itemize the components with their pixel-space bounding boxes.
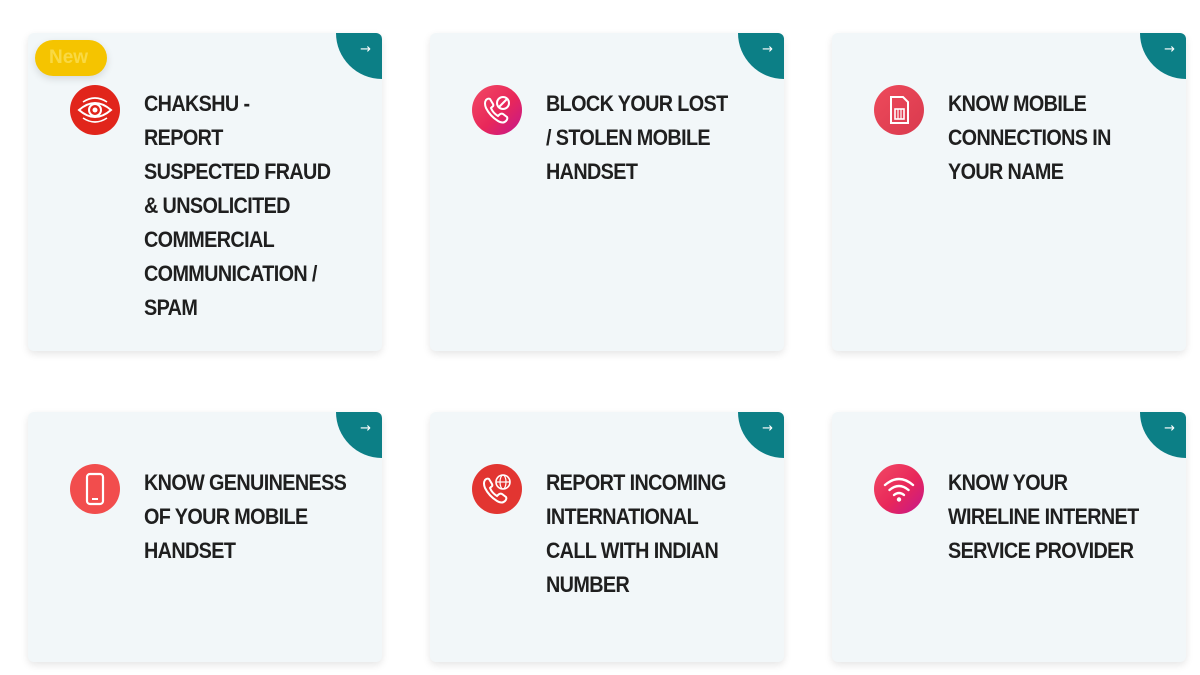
arrow-right-icon: → bbox=[1164, 42, 1175, 57]
smartphone-icon bbox=[70, 464, 120, 514]
international-call-icon bbox=[472, 464, 522, 514]
card-know-genuineness-handset[interactable]: → KNOW GENUINENESS OF YOUR MOBILE HANDSE… bbox=[28, 412, 382, 662]
card-arrow-corner[interactable]: → bbox=[336, 412, 382, 458]
card-title: KNOW YOUR WIRELINE INTERNET SERVICE PROV… bbox=[948, 470, 1139, 563]
card-title: KNOW MOBILE CONNECTIONS IN YOUR NAME bbox=[948, 91, 1111, 184]
card-chakshu-report-fraud[interactable]: → CHAKSHU - REPORT SUSPECTED FRAUD & UNS… bbox=[28, 33, 382, 351]
card-title: CHAKSHU - REPORT SUSPECTED FRAUD & UNSOL… bbox=[144, 91, 331, 320]
arrow-right-icon: → bbox=[360, 421, 371, 436]
card-arrow-corner[interactable]: → bbox=[738, 33, 784, 79]
card-title: BLOCK YOUR LOST / STOLEN MOBILE HANDSET bbox=[546, 91, 728, 184]
card-know-mobile-connections[interactable]: → KNOW MOBILE CONNECTIONS IN YOUR NAME bbox=[832, 33, 1186, 351]
new-badge: New bbox=[35, 40, 107, 76]
card-arrow-corner[interactable]: → bbox=[738, 412, 784, 458]
card-arrow-corner[interactable]: → bbox=[1140, 33, 1186, 79]
card-block-lost-handset[interactable]: → BLOCK YOUR LOST / STOLEN MOBILE HANDSE… bbox=[430, 33, 784, 351]
services-grid: → CHAKSHU - REPORT SUSPECTED FRAUD & UNS… bbox=[0, 0, 1200, 675]
card-arrow-corner[interactable]: → bbox=[336, 33, 382, 79]
arrow-right-icon: → bbox=[762, 421, 773, 436]
arrow-right-icon: → bbox=[762, 42, 773, 57]
arrow-right-icon: → bbox=[360, 42, 371, 57]
eye-icon bbox=[70, 85, 120, 135]
card-arrow-corner[interactable]: → bbox=[1140, 412, 1186, 458]
sim-card-icon bbox=[874, 85, 924, 135]
card-report-international-call[interactable]: → REPORT INCOMING INTERNATIONAL CALL WIT… bbox=[430, 412, 784, 662]
arrow-right-icon: → bbox=[1164, 421, 1175, 436]
wifi-icon bbox=[874, 464, 924, 514]
card-title: KNOW GENUINENESS OF YOUR MOBILE HANDSET bbox=[144, 470, 347, 563]
card-title: REPORT INCOMING INTERNATIONAL CALL WITH … bbox=[546, 470, 726, 597]
card-know-wireline-isp[interactable]: → KNOW YOUR WIRELINE INTERNET SERVICE PR… bbox=[832, 412, 1186, 662]
blocked-phone-icon bbox=[472, 85, 522, 135]
